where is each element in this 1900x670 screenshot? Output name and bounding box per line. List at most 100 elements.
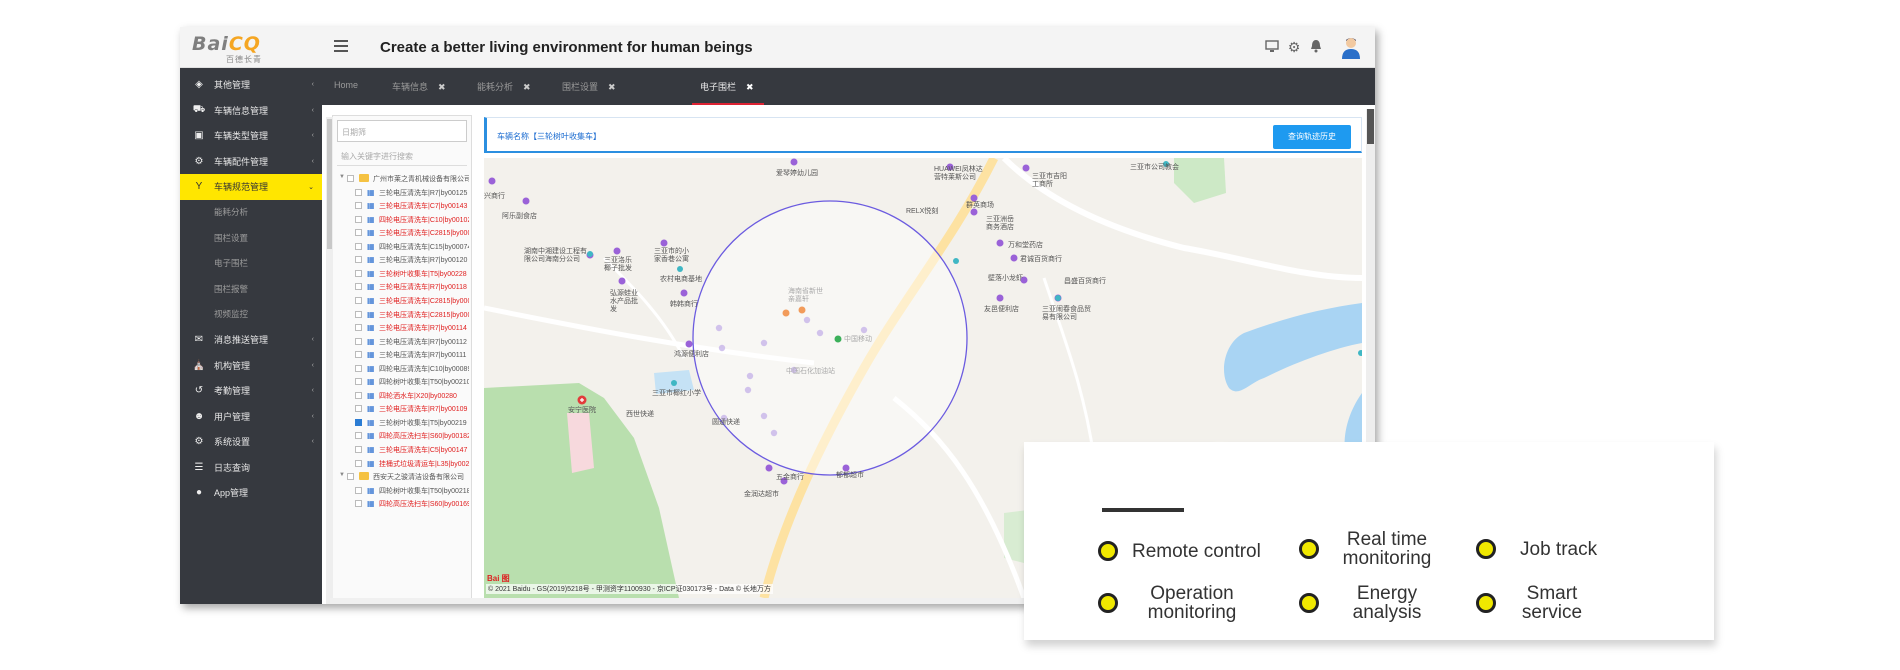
tree-item[interactable]: ▦ 三轮树叶收集车|T5|by00228 <box>333 267 469 281</box>
tree-item[interactable]: ▦ 四轮电压清洗车|C15|by00074 <box>333 240 469 254</box>
query-history-button[interactable]: 查询轨迹历史 <box>1273 125 1351 149</box>
close-icon[interactable]: ✖ <box>746 82 754 92</box>
tree-item[interactable]: ▦ 三轮电压清洗车|R7|by00111 <box>333 348 469 362</box>
sidebar-item-settings[interactable]: ⚙ 系统设置 ‹ <box>180 429 322 455</box>
tree-item[interactable]: ▦ 四轮洒水车|X20|by00280 <box>333 389 469 403</box>
sidebar-item-message[interactable]: ✉ 消息推送管理 ‹ <box>180 327 322 353</box>
tree-item[interactable]: ▦ 三轮电压清洗车|R7|by00114 <box>333 321 469 335</box>
user-avatar[interactable] <box>1339 35 1363 59</box>
vehicle-icon: ▦ <box>367 390 375 400</box>
tree-item[interactable]: ▦ 三轮电压清洗车|C2815|by00017 <box>333 226 469 240</box>
tree-checkbox[interactable] <box>355 283 362 291</box>
tree-checkbox[interactable] <box>355 269 362 277</box>
bell-icon[interactable] <box>1308 39 1324 55</box>
close-icon[interactable]: ✖ <box>608 82 616 92</box>
tree-item[interactable]: ▦ 三轮电压清洗车|R7|by00109 <box>333 402 469 416</box>
tree-item[interactable]: ▦ 三轮电压清洗车|C7|by00143 <box>333 199 469 213</box>
tree-item[interactable]: ▦ 四轮高压洗扫车|S60|by00182 <box>333 429 469 443</box>
caret-down-icon[interactable]: ▼ <box>339 472 345 478</box>
tab-e-fence[interactable]: 电子围栏 ✖ <box>700 80 754 93</box>
tree-checkbox[interactable] <box>355 405 362 413</box>
tree-checkbox[interactable] <box>355 188 362 196</box>
close-icon[interactable]: ✖ <box>438 82 446 92</box>
tree-checkbox[interactable] <box>355 337 362 345</box>
sidebar-item-vehicle-type[interactable]: ▣ 车辆类型管理 ‹ <box>180 123 322 149</box>
tree-group[interactable]: ▼ 广州市莱之青机械设备有限公司 <box>333 172 469 186</box>
tree-checkbox[interactable] <box>355 256 362 264</box>
logo: BaiCQ 百德长青 <box>192 33 262 64</box>
monitor-icon[interactable] <box>1264 39 1280 55</box>
vehicle-icon: ▦ <box>367 323 375 333</box>
tree-checkbox[interactable] <box>355 229 362 237</box>
tree-checkbox[interactable] <box>355 364 362 372</box>
tree-item[interactable]: ▦ 三轮树叶收集车|T5|by00219 <box>333 416 469 430</box>
tree-item[interactable]: ▦ 四轮树叶收集车|T50|by00210 <box>333 375 469 389</box>
vehicle-icon: ▦ <box>367 282 375 292</box>
tree-item[interactable]: ▦ 四轮电压清洗车|C10|by00089 <box>333 362 469 376</box>
tab-fence-setting[interactable]: 围栏设置 ✖ <box>562 80 616 93</box>
tree-checkbox[interactable] <box>355 310 362 318</box>
vehicle-icon: ▦ <box>367 201 375 211</box>
sidebar-item-attendance[interactable]: ↺ 考勤管理 ‹ <box>180 378 322 404</box>
tree-checkbox[interactable] <box>355 378 362 386</box>
tree-item[interactable]: ▦ 三轮电压清洗车|R7|by00118 <box>333 280 469 294</box>
tree-item[interactable]: ▦ 三轮电压清洗车|C5|by00147 <box>333 443 469 457</box>
sidebar-subitem-e-fence[interactable]: 电子围栏 <box>180 251 322 277</box>
sidebar-item-organization[interactable]: ⛪ 机构管理 ‹ <box>180 353 322 379</box>
tree-item[interactable]: ▦ 三轮电压清洗车|C2815|by00031 <box>333 308 469 322</box>
sidebar-item-other[interactable]: ◈ 其他管理 ‹ <box>180 72 322 98</box>
tree-checkbox[interactable] <box>355 432 362 440</box>
yellow-dot-icon <box>1476 539 1496 559</box>
sidebar-subitem-energy[interactable]: 能耗分析 <box>180 200 322 226</box>
tree-checkbox[interactable] <box>355 296 362 304</box>
tree-checkbox[interactable] <box>355 500 362 508</box>
tree-item[interactable]: ▦ 四轮树叶收集车|T50|by00218 <box>333 484 469 498</box>
vehicle-icon: ▦ <box>367 255 375 265</box>
sidebar-item-app[interactable]: ● App管理 <box>180 480 322 506</box>
tree-checkbox[interactable] <box>355 418 362 426</box>
tree-search-input[interactable]: 输入关键字进行搜索 <box>337 148 467 166</box>
truck-icon: ⛟ <box>192 103 206 115</box>
sidebar-item-users[interactable]: ☻ 用户管理 ‹ <box>180 404 322 430</box>
sidebar-subitem-video[interactable]: 视频监控 <box>180 302 322 328</box>
vehicle-icon: ▦ <box>367 241 375 251</box>
poi-label: 阿乐副食店 <box>502 213 537 220</box>
tree-checkbox[interactable] <box>347 473 354 481</box>
sidebar-subitem-fence-setting[interactable]: 围栏设置 <box>180 225 322 251</box>
tree-group[interactable]: ▼ 西安天之骏清洁设备有限公司 <box>333 470 469 484</box>
tree-checkbox[interactable] <box>347 175 354 182</box>
tree-scrollbar[interactable] <box>326 117 333 604</box>
sidebar-item-vehicle-info[interactable]: ⛟ 车辆信息管理 ‹ <box>180 98 322 124</box>
tree-item[interactable]: ▦ 三轮电压清洗车|C2815|by00002 <box>333 294 469 308</box>
tree-checkbox[interactable] <box>355 242 362 250</box>
tab-home[interactable]: Home <box>334 80 358 90</box>
tree-checkbox[interactable] <box>355 391 362 399</box>
tree-checkbox[interactable] <box>355 446 362 453</box>
tree-checkbox[interactable] <box>355 324 362 332</box>
sidebar-item-vehicle-spec[interactable]: Y 车辆规范管理 ⌄ <box>180 174 322 200</box>
vehicle-icon: ▦ <box>367 295 375 305</box>
tree-checkbox[interactable] <box>355 351 362 359</box>
tree-item[interactable]: ▦ 四轮电压清洗车|C10|by00102 <box>333 213 469 227</box>
date-filter-input[interactable]: 日期筛 <box>337 120 467 142</box>
close-icon[interactable]: ✖ <box>523 82 531 92</box>
tree-item[interactable]: ▦ 挂桶式垃圾清运车|L35|by00289 <box>333 457 469 471</box>
tree-item[interactable]: ▦ 三轮电压清洗车|R7|by00112 <box>333 335 469 349</box>
tree-checkbox[interactable] <box>355 459 362 467</box>
tree-checkbox[interactable] <box>355 215 362 223</box>
tree-item[interactable]: ▦ 四轮高压洗扫车|S60|by00169 <box>333 497 469 511</box>
caret-down-icon[interactable]: ▼ <box>339 174 345 180</box>
tree-item[interactable]: ▦ 三轮电压清洗车|R7|by00120 <box>333 253 469 267</box>
tab-energy[interactable]: 能耗分析 ✖ <box>477 80 531 93</box>
menu-toggle-icon[interactable] <box>334 40 348 52</box>
vehicle-icon: ▦ <box>367 268 375 278</box>
gear-icon[interactable]: ⚙ <box>1286 39 1302 55</box>
sidebar-subitem-fence-alarm[interactable]: 围栏报警 <box>180 276 322 302</box>
map-provider-logo: Bai 图 <box>487 574 510 583</box>
tree-checkbox[interactable] <box>355 486 362 494</box>
tree-item[interactable]: ▦ 三轮电压清洗车|R7|by00125 <box>333 186 469 200</box>
sidebar-item-logs[interactable]: ☰ 日志查询 <box>180 455 322 481</box>
tab-vehicle-info[interactable]: 车辆信息 ✖ <box>392 80 446 93</box>
tree-checkbox[interactable] <box>355 202 362 210</box>
sidebar-item-vehicle-parts[interactable]: ⚙ 车辆配件管理 ‹ <box>180 149 322 175</box>
